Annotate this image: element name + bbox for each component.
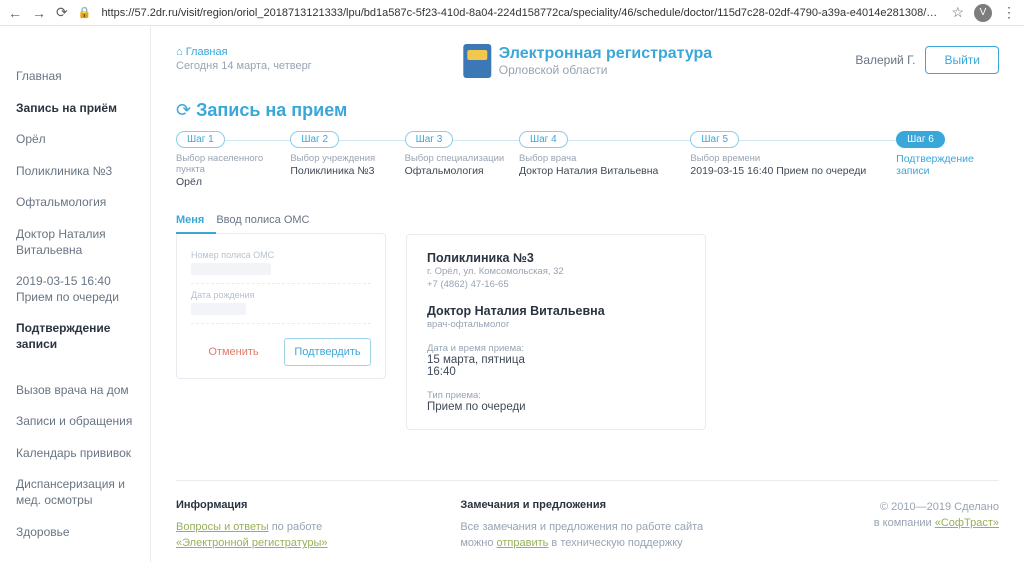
sidebar-item-speciality[interactable]: Офтальмология [16,187,150,219]
footer-in: в компании [874,517,935,529]
footer: Информация Вопросы и ответы по работе «Э… [176,480,999,552]
patient-tabs: Меня Ввод полиса ОМС [176,208,386,234]
sidebar-item-confirm[interactable]: Подтверждение записи [16,313,150,360]
summary-address: г. Орёл, ул. Комсомольская, 32 [427,265,685,278]
profile-avatar[interactable]: V [974,4,992,22]
forward-icon[interactable]: → [32,5,46,21]
brand-subtitle: Орловской области [499,63,712,77]
policy-label: Номер полиса ОМС [191,250,371,260]
cancel-button[interactable]: Отменить [191,338,276,366]
main-content: Главная Сегодня 14 марта, четверг Электр… [150,26,1024,562]
step-2-label: Выбор учреждения [290,153,404,164]
page-title: Запись на прием [176,100,999,121]
step-4-badge[interactable]: Шаг 4 [519,131,568,148]
summary-role: врач-офтальмолог [427,318,685,331]
step-3-value: Офтальмология [405,165,519,177]
summary-phone: +7 (4862) 47-16-65 [427,278,685,291]
address-bar[interactable]: https://57.2dr.ru/visit/region/oriol_201… [101,7,941,19]
sidebar-item-city[interactable]: Орёл [16,124,150,156]
footer-faq-link[interactable]: Вопросы и ответы [176,521,269,533]
branding: Электронная регистратура Орловской облас… [463,44,712,78]
brand-title: Электронная регистратура [499,45,712,63]
footer-reg-link[interactable]: «Электронной регистратуры» [176,537,327,549]
logout-button[interactable]: Выйти [925,46,999,74]
step-1-label: Выбор населенного пункта [176,153,290,175]
footer-feedback-head: Замечания и предложения [460,499,714,511]
step-5-label: Выбор времени [690,153,896,164]
footer-years: © 2010—2019 [880,501,951,513]
summary-dt-time: 16:40 [427,366,685,378]
dob-value [191,303,246,315]
summary-dt-date: 15 марта, пятница [427,354,685,366]
summary-dt-label: Дата и время приема: [427,343,685,354]
step-5-value: 2019-03-15 16:40 Прием по очереди [690,165,896,177]
step-wizard: Шаг 1 Выбор населенного пунктаОрёл Шаг 2 В… [176,131,999,188]
footer-company-link[interactable]: «СофТраст» [935,517,999,529]
patient-form: Номер полиса ОМС Дата рождения Отменить … [176,233,386,379]
footer-feedback-link[interactable]: отправить [497,537,549,549]
tab-me[interactable]: Меня [176,208,216,234]
footer-feedback-b: в техническую поддержку [548,537,682,549]
star-icon[interactable]: ☆ [951,4,964,21]
confirm-button[interactable]: Подтвердить [284,338,371,366]
footer-made: Сделано [951,501,999,513]
appointment-summary: Поликлиника №3 г. Орёл, ул. Комсомольска… [406,234,706,430]
user-name: Валерий Г. [855,53,915,67]
step-3-label: Выбор специализации [405,153,519,164]
browser-toolbar: ← → ⟳ 🔒 https://57.2dr.ru/visit/region/o… [0,0,1024,26]
back-icon[interactable]: ← [8,5,22,21]
footer-info-head: Информация [176,499,430,511]
summary-doctor: Доктор Наталия Витальевна [427,304,685,318]
step-6-value: Подтверждение записи [896,153,999,177]
sidebar-item-checkups[interactable]: Диспансеризация и мед. осмотры [16,469,150,516]
step-6-badge[interactable]: Шаг 6 [896,131,945,148]
reload-icon[interactable]: ⟳ [56,4,68,21]
sidebar-item-vaccines[interactable]: Календарь прививок [16,438,150,470]
summary-type-value: Прием по очереди [427,401,685,413]
step-5-badge[interactable]: Шаг 5 [690,131,739,148]
step-3-badge[interactable]: Шаг 3 [405,131,454,148]
step-2-badge[interactable]: Шаг 2 [290,131,339,148]
sidebar: Главная Запись на приём Орёл Поликлиника… [0,26,150,562]
sidebar-item-house-call[interactable]: Вызов врача на дом [16,375,150,407]
summary-type-label: Тип приема: [427,390,685,401]
region-crest-icon [463,44,491,78]
step-4-value: Доктор Наталия Витальевна [519,165,690,177]
sidebar-item-datetime[interactable]: 2019-03-15 16:40 Прием по очереди [16,266,150,313]
sidebar-item-health[interactable]: Здоровье [16,517,150,549]
step-1-value: Орёл [176,176,290,188]
policy-value [191,263,271,275]
sidebar-item-home[interactable]: Главная [16,61,150,93]
sidebar-item-doctor[interactable]: Доктор Наталия Витальевна [16,219,150,266]
step-1-badge[interactable]: Шаг 1 [176,131,225,148]
summary-clinic: Поликлиника №3 [427,251,685,265]
sidebar-item-clinic[interactable]: Поликлиника №3 [16,156,150,188]
sidebar-item-records[interactable]: Записи и обращения [16,406,150,438]
dob-label: Дата рождения [191,290,371,300]
lock-icon: 🔒 [78,6,92,19]
step-2-value: Поликлиника №3 [290,165,404,177]
step-4-label: Выбор врача [519,153,690,164]
sidebar-item-appointment[interactable]: Запись на приём [16,93,150,125]
tab-oms[interactable]: Ввод полиса ОМС [216,208,321,234]
footer-info-text: по работе [269,521,323,533]
menu-icon[interactable]: ⋮ [1002,4,1016,21]
